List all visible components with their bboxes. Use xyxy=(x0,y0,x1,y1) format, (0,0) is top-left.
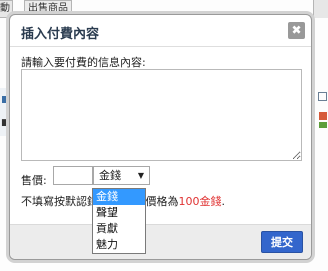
submit-button[interactable]: 提交 xyxy=(261,231,303,253)
background-toolbar-icon xyxy=(2,96,9,103)
background-toolbar-icon xyxy=(318,92,327,101)
background-toolbar-icon xyxy=(319,112,327,120)
dialog-header: 插入付費內容 ✖ xyxy=(10,15,311,47)
hint-prefix: 不填寫按默認 xyxy=(21,195,87,208)
chevron-down-icon: ▼ xyxy=(137,171,144,180)
background-tab-edge xyxy=(313,0,328,18)
currency-option[interactable]: 金錢 xyxy=(93,189,145,205)
content-prompt-label: 請輸入要付費的信息內容: xyxy=(21,56,146,69)
dialog-title: 插入付費內容 xyxy=(21,27,100,42)
currency-select[interactable]: 金錢 ▼ xyxy=(93,166,150,185)
close-icon[interactable]: ✖ xyxy=(288,22,305,39)
currency-option[interactable]: 貢獻 xyxy=(93,221,145,237)
dialog-footer: 提交 xyxy=(10,224,311,259)
hint-max-price: 100金錢 xyxy=(178,195,222,208)
currency-dropdown-list: 金錢 聲望 貢獻 魅力 xyxy=(92,188,146,254)
price-input[interactable] xyxy=(53,166,93,185)
hint-suffix: . xyxy=(221,195,226,208)
background-toolbar-icon xyxy=(319,122,327,128)
currency-option[interactable]: 聲望 xyxy=(93,205,145,221)
insert-paid-content-dialog: 插入付費內容 ✖ 請輸入要付費的信息內容: 售價: 金錢 ▼ 不填寫按默認錢,最… xyxy=(9,14,312,260)
price-label: 售價: xyxy=(21,174,47,187)
paid-content-textarea[interactable] xyxy=(21,69,302,161)
currency-option[interactable]: 魅力 xyxy=(93,237,145,253)
currency-selected-value: 金錢 xyxy=(99,169,121,182)
